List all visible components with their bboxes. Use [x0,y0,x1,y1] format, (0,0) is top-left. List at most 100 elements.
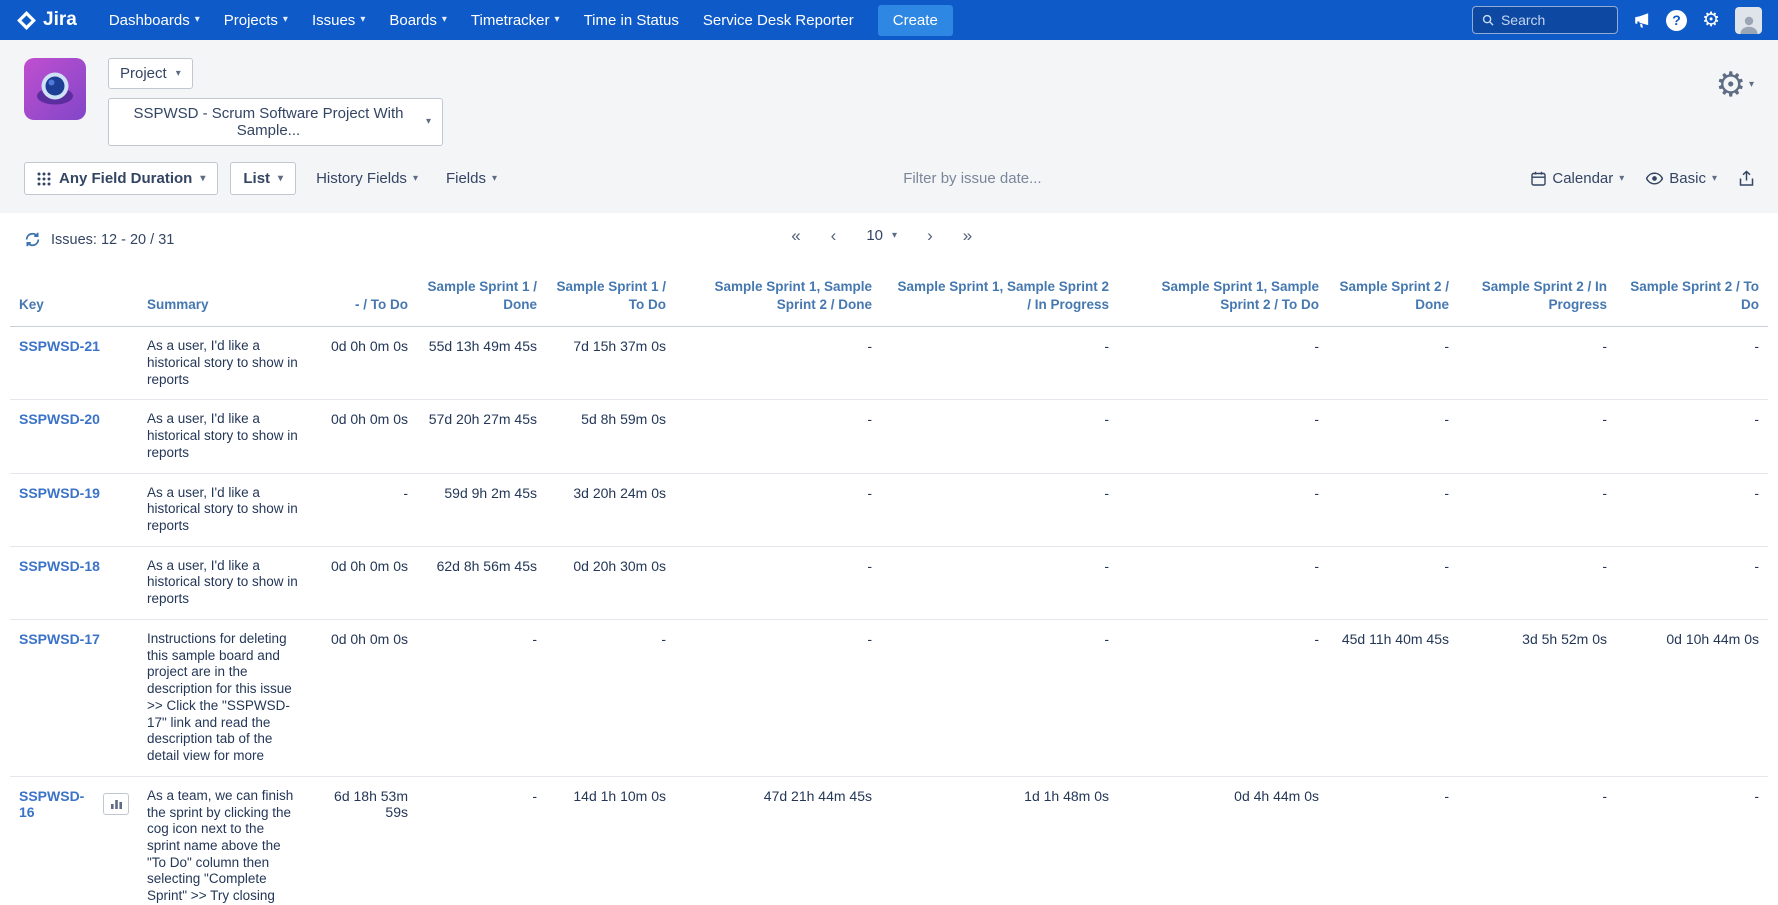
next-page-icon[interactable]: › [927,227,933,244]
duration-cell: - [1458,546,1616,619]
gear-icon[interactable]: ⚙ [1702,10,1720,30]
view-select[interactable]: List ▾ [230,162,296,195]
column-header[interactable]: Sample Sprint 1, Sample Sprint 2 / In Pr… [881,268,1118,327]
issue-key-link[interactable]: SSPWSD-18 [19,558,100,574]
chevron-down-icon: ▾ [195,15,200,25]
nav-item-time-in-status[interactable]: Time in Status [572,0,691,40]
duration-cell: 0d 0h 0m 0s [308,546,417,619]
column-header[interactable]: Sample Sprint 1, Sample Sprint 2 / Done [675,268,881,327]
column-header[interactable]: Sample Sprint 2 / To Do [1616,268,1768,327]
person-icon [1738,14,1760,34]
create-button[interactable]: Create [878,5,953,36]
issue-key-link[interactable]: SSPWSD-20 [19,411,100,427]
duration-cell: - [1458,327,1616,400]
fields-label: Fields [446,170,486,187]
filter-area [505,170,1531,187]
key-cell: SSPWSD-16 [10,776,138,905]
scope-select[interactable]: Project ▾ [108,58,193,89]
duration-cell: - [675,473,881,546]
issue-key-link[interactable]: SSPWSD-19 [19,485,100,501]
export-button[interactable] [1739,170,1754,187]
duration-cell: 59d 9h 2m 45s [417,473,546,546]
history-fields-select[interactable]: History Fields ▾ [308,170,426,187]
column-header[interactable]: Key [10,268,138,327]
column-header[interactable]: Sample Sprint 2 / In Progress [1458,268,1616,327]
chevron-down-icon: ▾ [1749,80,1754,90]
duration-cell: - [546,619,675,776]
prev-page-icon[interactable]: ‹ [831,227,837,244]
calendar-label: Calendar [1552,170,1613,187]
first-page-icon[interactable]: « [791,227,800,244]
duration-cell: 0d 0h 0m 0s [308,619,417,776]
announcement-icon[interactable] [1633,12,1651,29]
chevron-down-icon: ▾ [176,69,181,79]
user-avatar[interactable] [1735,7,1762,34]
view-label: List [243,170,270,187]
fields-select[interactable]: Fields ▾ [438,170,505,187]
issue-key-link[interactable]: SSPWSD-17 [19,631,100,647]
column-header[interactable]: Sample Sprint 2 / Done [1328,268,1458,327]
duration-cell: 45d 11h 40m 45s [1328,619,1458,776]
last-page-icon[interactable]: » [963,227,972,244]
navbar-search[interactable] [1472,6,1618,34]
nav-item-projects[interactable]: Projects▾ [212,0,300,40]
duration-cell: - [417,776,546,905]
duration-cell: - [1458,400,1616,473]
column-header[interactable]: Sample Sprint 1 / To Do [546,268,675,327]
duration-cell: - [308,473,417,546]
calendar-icon [1531,171,1546,186]
brand-name: Jira [43,9,77,31]
chevron-down-icon: ▾ [1712,174,1717,184]
refresh-icon [24,231,41,248]
nav-item-boards[interactable]: Boards▾ [377,0,459,40]
chevron-down-icon: ▾ [413,174,418,184]
nav-item-label: Service Desk Reporter [703,12,854,29]
field-duration-select[interactable]: Any Field Duration ▾ [24,162,218,195]
table-header-row: KeySummary- / To DoSample Sprint 1 / Don… [10,268,1768,327]
nav-item-label: Boards [389,12,437,29]
page-size-select[interactable]: 10 ▾ [866,227,897,244]
duration-cell: 0d 10h 44m 0s [1616,619,1768,776]
duration-cell: 0d 4h 44m 0s [1118,776,1328,905]
duration-cell: - [881,619,1118,776]
issue-key-link[interactable]: SSPWSD-21 [19,338,100,354]
duration-cell: 57d 20h 27m 45s [417,400,546,473]
page-size-value: 10 [866,227,883,244]
nav-item-issues[interactable]: Issues▾ [300,0,377,40]
duration-cell: 1d 1h 48m 0s [881,776,1118,905]
column-header[interactable]: - / To Do [308,268,417,327]
duration-cell: - [1616,776,1768,905]
column-header[interactable]: Sample Sprint 1 / Done [417,268,546,327]
column-header[interactable]: Summary [138,268,308,327]
issues-count-label: Issues: 12 - 20 / 31 [51,232,174,248]
jira-logo[interactable]: Jira [16,9,77,31]
chevron-down-icon: ▾ [360,15,365,25]
nav-item-timetracker[interactable]: Timetracker▾ [459,0,572,40]
search-input[interactable] [1501,12,1608,28]
help-icon[interactable]: ? [1666,10,1687,31]
duration-cell: - [1458,473,1616,546]
export-icon [1739,170,1754,187]
issue-summary: As a user, I'd like a historical story t… [138,400,308,473]
navbar-right: ? ⚙ [1472,6,1762,34]
chevron-down-icon: ▾ [1619,174,1624,184]
nav-item-service-desk-reporter[interactable]: Service Desk Reporter [691,0,866,40]
issue-summary: As a team, we can finish the sprint by c… [138,776,308,905]
issue-key-link[interactable]: SSPWSD-16 [19,788,93,820]
nav-item-dashboards[interactable]: Dashboards▾ [97,0,212,40]
calendar-select[interactable]: Calendar ▾ [1531,170,1624,187]
issue-date-filter-input[interactable] [903,170,1133,187]
project-avatar[interactable] [24,58,86,120]
duration-cell: - [1458,776,1616,905]
issue-summary: As a user, I'd like a historical story t… [138,327,308,400]
report-settings-button[interactable]: ⚙ ▾ [1715,68,1754,102]
duration-cell: 7d 15h 37m 0s [546,327,675,400]
refresh-button[interactable] [24,231,41,248]
project-select[interactable]: SSPWSD - Scrum Software Project With Sam… [108,98,443,146]
display-mode-select[interactable]: Basic ▾ [1646,170,1717,187]
duration-cell: - [1118,400,1328,473]
column-header[interactable]: Sample Sprint 1, Sample Sprint 2 / To Do [1118,268,1328,327]
chart-button[interactable] [103,793,129,815]
field-duration-label: Any Field Duration [59,170,192,187]
scope-select-label: Project [120,65,167,82]
